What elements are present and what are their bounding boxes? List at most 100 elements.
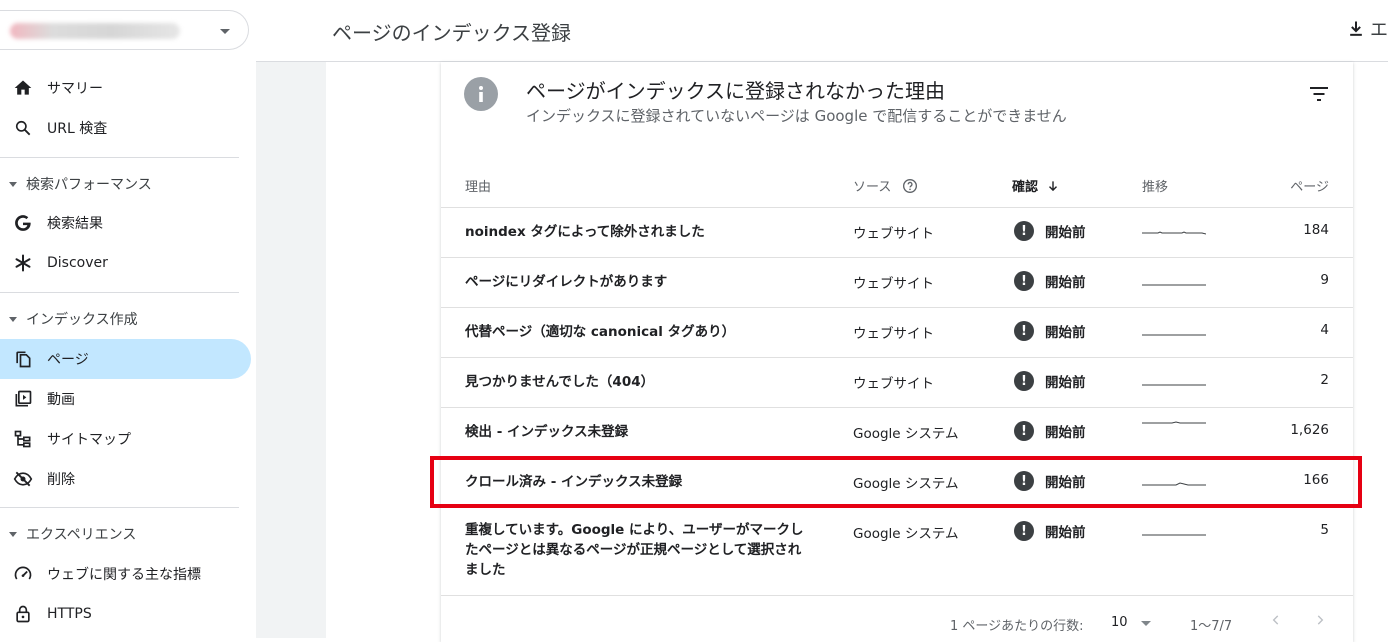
column-header-source-label: ソース: [853, 180, 892, 195]
row-status-label: 開始前: [1045, 325, 1086, 341]
sidebar-section-experience[interactable]: エクスペリエンス: [0, 518, 251, 550]
row-status-label: 開始前: [1045, 225, 1086, 241]
next-page-icon[interactable]: [1313, 613, 1327, 627]
row-reason: 見つかりませんでした（404）: [465, 374, 655, 390]
filter-icon[interactable]: [1309, 86, 1329, 106]
sidebar-item-summary[interactable]: サマリー: [0, 68, 251, 108]
row-source: ウェブサイト: [853, 376, 934, 392]
sidebar-item-video[interactable]: 動画: [0, 379, 251, 419]
sidebar-section-search-performance[interactable]: 検索パフォーマンス: [0, 168, 251, 200]
row-reason: 代替ページ（適切な canonical タグあり）: [465, 324, 736, 340]
chevron-down-icon[interactable]: [1141, 621, 1151, 626]
row-pages: 2: [1320, 372, 1329, 388]
row-pages: 9: [1320, 272, 1329, 288]
sidebar-item-search-results[interactable]: 検索結果: [0, 203, 251, 243]
sidebar-section-label: 検索パフォーマンス: [26, 177, 152, 193]
export-label: エ: [1370, 20, 1388, 41]
sidebar-item-pages[interactable]: ページ: [0, 339, 251, 379]
home-icon: [12, 77, 34, 99]
search-icon: [12, 117, 34, 139]
sidebar-item-label: 動画: [47, 392, 75, 408]
info-icon: [464, 77, 498, 111]
row-source: ウェブサイト: [853, 226, 934, 242]
column-header-validation[interactable]: 確認: [1012, 176, 1060, 195]
warning-icon: !: [1014, 421, 1034, 441]
pages-icon: [12, 348, 34, 370]
sidebar-item-label: サイトマップ: [47, 432, 131, 448]
card-subtitle: インデックスに登録されていないページは Google で配信することができません: [526, 107, 1067, 125]
sidebar-item-label: URL 検査: [47, 121, 108, 137]
row-status-label: 開始前: [1045, 375, 1086, 391]
card-title: ページがインデックスに登録されなかった理由: [526, 79, 945, 103]
sidebar-section-label: エクスペリエンス: [26, 527, 137, 543]
page-title: ページのインデックス登録: [332, 21, 571, 45]
row-reason: 重複しています。Google により、ユーザーがマークしたページとは異なるページ…: [465, 522, 804, 578]
sidebar-item-label: 削除: [47, 472, 75, 488]
column-header-validation-label: 確認: [1012, 180, 1039, 195]
speed-icon: [12, 563, 34, 585]
sidebar-item-url-inspection[interactable]: URL 検査: [0, 108, 251, 148]
sitemap-icon: [12, 428, 34, 450]
column-header-source[interactable]: ソース: [853, 176, 918, 195]
sidebar-item-label: サマリー: [47, 81, 103, 97]
row-status-label: 開始前: [1045, 525, 1086, 541]
sidebar-item-label: ページ: [47, 352, 89, 368]
trend-sparkline: [1142, 334, 1206, 336]
table-row[interactable]: 検出 - インデックス未登録 Google システム ! 開始前 1,626: [441, 408, 1353, 458]
property-name-redacted: [10, 23, 180, 39]
row-status: ! 開始前: [1014, 371, 1086, 391]
table-header: 理由 ソース 確認 推移 ページ: [441, 154, 1353, 208]
table-pagination: 1 ページあたりの行数: 10 1〜7/7: [441, 595, 1353, 642]
row-status-label: 開始前: [1045, 275, 1086, 291]
arrow-down-icon: [1049, 180, 1058, 191]
row-pages: 4: [1320, 322, 1329, 338]
row-status: ! 開始前: [1014, 221, 1086, 241]
table-row[interactable]: noindex タグによって除外されました ウェブサイト ! 開始前 184: [441, 208, 1353, 258]
table-row[interactable]: ページにリダイレクトがあります ウェブサイト ! 開始前 9: [441, 258, 1353, 308]
table-row[interactable]: 代替ページ（適切な canonical タグあり） ウェブサイト ! 開始前 4: [441, 308, 1353, 358]
column-header-reason[interactable]: 理由: [465, 176, 491, 195]
sidebar-item-https[interactable]: HTTPS: [0, 594, 251, 634]
sidebar-item-discover[interactable]: Discover: [0, 243, 251, 283]
row-source: ウェブサイト: [853, 276, 934, 292]
export-button[interactable]: エ: [1346, 16, 1388, 42]
sidebar-item-sitemaps[interactable]: サイトマップ: [0, 419, 251, 459]
row-status: ! 開始前: [1014, 521, 1086, 541]
page-header: ページのインデックス登録 エ: [256, 0, 1388, 62]
not-indexed-reasons-card: ページがインデックスに登録されなかった理由 インデックスに登録されていないページ…: [441, 62, 1353, 642]
sidebar-divider: [0, 507, 239, 508]
row-source: Google システム: [853, 426, 959, 442]
pagination-range: 1〜7/7: [1190, 619, 1233, 634]
column-header-trend[interactable]: 推移: [1142, 176, 1168, 195]
sidebar-item-core-web-vitals[interactable]: ウェブに関する主な指標: [0, 554, 251, 594]
rows-per-page-label: 1 ページあたりの行数:: [950, 619, 1084, 634]
property-selector[interactable]: [0, 10, 249, 50]
table-row[interactable]: 重複しています。Google により、ユーザーがマークしたページとは異なるページ…: [441, 508, 1353, 596]
row-status-label: 開始前: [1045, 425, 1086, 441]
row-pages: 5: [1320, 522, 1329, 538]
row-reason: ページにリダイレクトがあります: [465, 274, 668, 290]
row-pages: 184: [1303, 222, 1329, 238]
video-icon: [12, 388, 34, 410]
row-reason: 検出 - インデックス未登録: [465, 424, 629, 440]
previous-page-icon[interactable]: [1269, 613, 1283, 627]
sidebar-item-removals[interactable]: 削除: [0, 459, 251, 499]
sidebar-section-indexing[interactable]: インデックス作成: [0, 303, 251, 335]
help-icon[interactable]: [902, 178, 918, 194]
trend-sparkline: [1142, 231, 1206, 235]
row-pages: 1,626: [1290, 422, 1329, 438]
warning-icon: !: [1014, 371, 1034, 391]
sidebar-section-label: インデックス作成: [26, 312, 138, 328]
highlight-box: [430, 456, 1362, 508]
trend-sparkline: [1142, 384, 1206, 386]
rows-per-page-select[interactable]: 10: [1111, 615, 1128, 630]
trend-sparkline: [1142, 284, 1206, 286]
table-row[interactable]: 見つかりませんでした（404） ウェブサイト ! 開始前 2: [441, 358, 1353, 408]
trend-sparkline: [1142, 421, 1206, 424]
lock-icon: [12, 603, 34, 625]
column-header-pages[interactable]: ページ: [1290, 176, 1329, 195]
caret-down-icon: [9, 316, 17, 322]
trend-sparkline: [1142, 534, 1206, 536]
sidebar: サマリー URL 検査 検索パフォーマンス 検索結果 Discover インデッ…: [0, 0, 256, 638]
google-g-icon: [12, 212, 34, 234]
